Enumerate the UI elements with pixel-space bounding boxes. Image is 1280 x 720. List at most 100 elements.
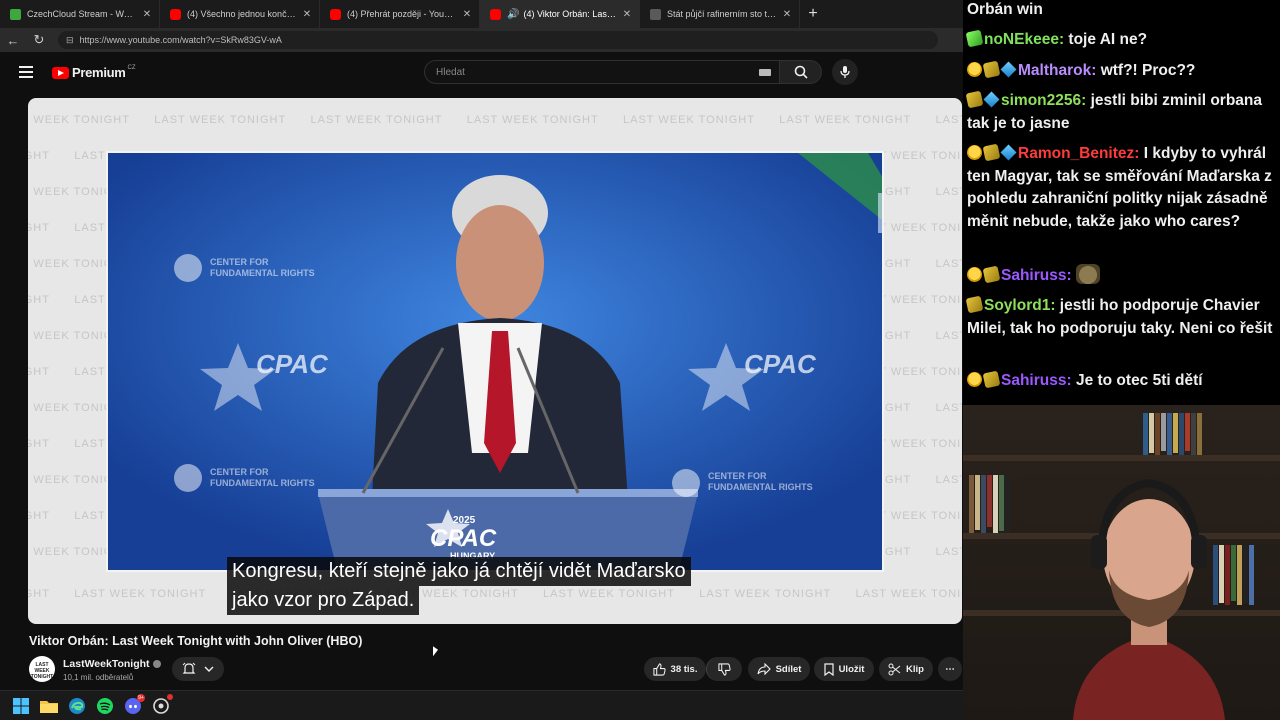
keyboard-icon[interactable]	[759, 69, 771, 76]
close-tab-icon[interactable]: ✕	[141, 9, 153, 20]
menu-icon[interactable]	[19, 66, 33, 78]
chat-text: Je to otec 5ti dětí	[1075, 372, 1203, 389]
tab-label: CzechCloud Stream - Watch Live o	[27, 9, 137, 19]
bits-badge-icon	[965, 90, 984, 109]
close-tab-icon[interactable]: ✕	[301, 9, 313, 20]
podium-logo: CPAC	[430, 525, 497, 552]
file-explorer-icon[interactable]	[40, 697, 58, 715]
gift-badge-icon	[1000, 144, 1017, 161]
browser-tab-active[interactable]: 🔊 (4) Viktor Orbán: Last Week To ✕	[480, 0, 640, 28]
notifications-bell-button[interactable]	[172, 657, 224, 681]
bits-badge-icon	[982, 60, 1001, 79]
browser-tab-strip: CzechCloud Stream - Watch Live o ✕ (4) V…	[0, 0, 963, 28]
chat-username[interactable]: Maltharok	[1018, 62, 1091, 79]
more-actions-button[interactable]: ⋯	[938, 657, 962, 681]
thumbs-down-icon	[718, 662, 731, 676]
url-field[interactable]: ⊟ https://www.youtube.com/watch?v=SkRw83…	[58, 31, 938, 49]
microphone-icon	[840, 66, 850, 78]
chat-colon: :	[1066, 267, 1076, 284]
audio-playing-icon[interactable]: 🔊	[507, 9, 519, 20]
search-input[interactable]: Hledat	[424, 60, 780, 84]
back-arrow-icon[interactable]: ←	[0, 33, 26, 48]
new-tab-button[interactable]: +	[800, 5, 826, 23]
search-placeholder: Hledat	[436, 66, 465, 78]
share-button[interactable]: Sdílet	[748, 657, 810, 681]
chat-username[interactable]: Sahiruss	[1001, 372, 1066, 389]
close-tab-icon[interactable]: ✕	[461, 9, 473, 20]
subscriber-badge-icon	[967, 62, 982, 77]
windows-taskbar: 9+	[0, 690, 963, 720]
video-title: Viktor Orbán: Last Week Tonight with Joh…	[29, 634, 363, 648]
edge-browser-icon[interactable]	[68, 697, 86, 715]
chat-username[interactable]: Soylord1	[984, 297, 1050, 314]
streamer-figure	[1073, 478, 1225, 720]
save-button[interactable]: Uložit	[814, 657, 874, 681]
chat-message: Ramon_Benitez: I kdyby to vyhrál ten Mag…	[967, 143, 1277, 233]
browser-tab[interactable]: (4) Všechno jednou končí.. | ROTH ✕	[160, 0, 320, 28]
youtube-favicon-icon	[170, 8, 181, 20]
chat-colon: :	[1050, 297, 1060, 314]
bits-badge-icon	[982, 143, 1001, 162]
stream-chat-panel: Orbán win noNEkeee: toje AI ne? Maltharo…	[963, 0, 1280, 405]
chat-text: toje AI ne?	[1068, 31, 1148, 48]
like-button[interactable]: 38 tis.	[644, 657, 706, 681]
windows-start-icon[interactable]	[12, 697, 30, 715]
subtitle-line: jako vzor pro Západ.	[227, 586, 420, 615]
browser-tab[interactable]: (4) Přehrát později - YouTube ✕	[320, 0, 480, 28]
bell-icon	[182, 662, 196, 674]
discord-icon[interactable]: 9+	[124, 693, 145, 715]
chat-colon: :	[1091, 62, 1101, 79]
address-bar-row: ← ↻ ⊟ https://www.youtube.com/watch?v=Sk…	[0, 28, 963, 52]
chat-colon: :	[1134, 145, 1144, 162]
bits-badge-icon	[982, 265, 1001, 284]
tab-label: (4) Všechno jednou končí.. | ROTH	[187, 9, 297, 19]
subtitle-line: Kongresu, kteří stejně jako já chtějí vi…	[227, 557, 691, 586]
chevron-down-icon	[204, 666, 214, 672]
voice-search-button[interactable]	[832, 59, 858, 85]
chat-username[interactable]: noNEkeee	[984, 31, 1059, 48]
youtube-play-logo-icon	[52, 66, 69, 79]
channel-avatar[interactable]: LAST WEEK TONIGHT	[29, 656, 55, 682]
subscriber-count: 10,1 mil. odběratelů	[63, 673, 134, 682]
watermark-row: LAST WEEK TONIGHT LAST WEEK TONIGHT LAST…	[28, 114, 962, 126]
site-info-icon[interactable]: ⊟	[66, 35, 74, 46]
chat-colon: :	[1058, 31, 1069, 48]
cpac-logo-text: CPAC	[256, 349, 328, 379]
app-icon[interactable]	[152, 693, 173, 715]
clip-button[interactable]: Klip	[879, 657, 933, 681]
close-tab-icon[interactable]: ✕	[781, 9, 793, 20]
youtube-favicon-icon	[490, 8, 501, 20]
scissors-icon	[888, 663, 901, 675]
chat-message: Sahiruss: Je to otec 5ti dětí	[967, 370, 1277, 393]
video-player[interactable]: LAST WEEK TONIGHT LAST WEEK TONIGHT LAST…	[28, 98, 962, 624]
channel-name-link[interactable]: LastWeekTonight	[63, 658, 161, 670]
search-icon	[794, 65, 808, 79]
video-frame[interactable]: CENTER FOR FUNDAMENTAL RIGHTS CENTER FOR F…	[106, 151, 884, 572]
bits-badge-icon	[982, 370, 1001, 389]
mouse-cursor	[433, 646, 438, 660]
spotify-icon[interactable]	[96, 697, 114, 715]
chat-username[interactable]: simon2256	[1001, 92, 1081, 109]
thumbs-up-icon	[652, 662, 666, 676]
discord-notification-badge: 9+	[137, 693, 145, 702]
clip-label: Klip	[906, 663, 924, 675]
subscriber-badge-icon	[967, 145, 982, 160]
close-tab-icon[interactable]: ✕	[621, 9, 633, 20]
chat-colon: :	[1066, 372, 1076, 389]
chat-username[interactable]: Sahiruss	[1001, 267, 1066, 284]
reload-icon[interactable]: ↻	[26, 32, 52, 48]
dislike-button[interactable]	[706, 657, 742, 681]
chat-message: Maltharok: wtf?! Proc??	[967, 60, 1277, 83]
browser-tab[interactable]: Stát půjčí rafinerním sto tisíc tun ✕	[640, 0, 800, 28]
url-text: https://www.youtube.com/watch?v=SkRw83GV…	[79, 35, 282, 45]
webcam-feed	[963, 405, 1280, 720]
youtube-favicon-icon	[330, 8, 341, 20]
frog-emote-icon	[1075, 264, 1100, 284]
stage-sign-text: CENTER FOR FUNDAMENTAL RIGHTS	[210, 467, 315, 488]
youtube-premium-logo[interactable]: Premium CZ	[52, 65, 136, 80]
chat-colon: :	[1081, 92, 1091, 109]
notification-dot	[167, 693, 173, 700]
search-button[interactable]	[780, 60, 822, 84]
browser-tab[interactable]: CzechCloud Stream - Watch Live o ✕	[0, 0, 160, 28]
chat-username[interactable]: Ramon_Benitez	[1018, 145, 1134, 162]
